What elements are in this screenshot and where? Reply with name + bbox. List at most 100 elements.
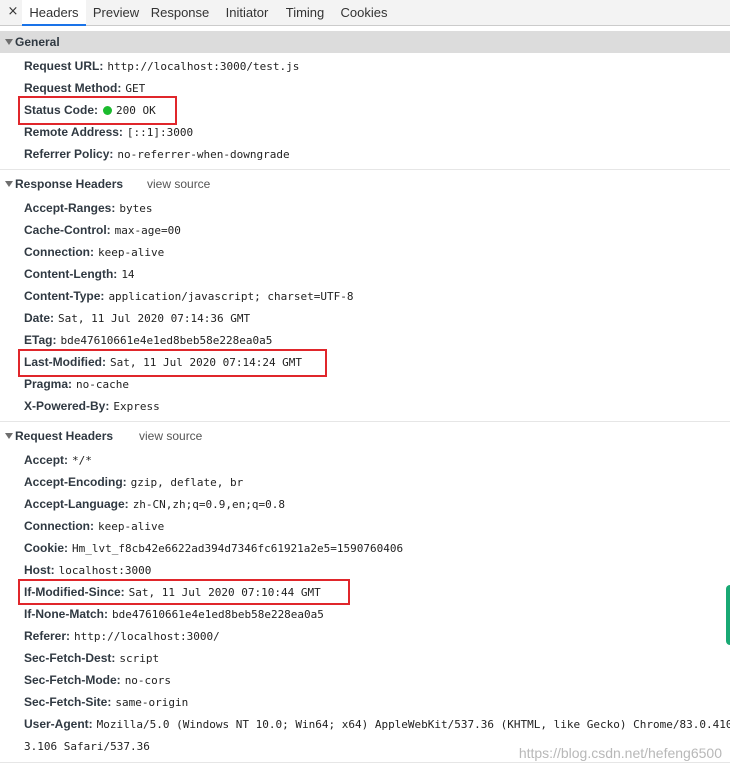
header-key: Accept-Encoding: <box>24 475 127 489</box>
header-value: no-referrer-when-downgrade <box>117 148 290 161</box>
header-key: Connection: <box>24 245 94 259</box>
if-modified-since-highlight <box>18 579 350 605</box>
header-key: Accept-Language: <box>24 497 129 511</box>
response-header-row: Cache-Control: max-age=00 <box>24 221 181 239</box>
header-value: http://localhost:3000/ <box>74 630 220 643</box>
general-section-title: General <box>15 35 60 49</box>
request-header-row: Sec-Fetch-Site: same-origin <box>24 693 188 711</box>
response-header-row: Connection: keep-alive <box>24 243 164 261</box>
request-header-row: Accept: */* <box>24 451 92 469</box>
header-value: Mozilla/5.0 (Windows NT 10.0; Win64; x64… <box>96 718 730 731</box>
request-header-row: Sec-Fetch-Mode: no-cors <box>24 671 171 689</box>
header-value: script <box>119 652 160 665</box>
status-code-highlight <box>18 96 177 125</box>
expand-triangle-icon[interactable] <box>5 433 13 439</box>
request-header-row: If-None-Match: bde47610661e4e1ed8beb58e22… <box>24 605 324 623</box>
request-header-row: Host: localhost:3000 <box>24 561 151 579</box>
header-value: */* <box>72 454 92 467</box>
section-divider <box>0 421 730 422</box>
response-header-row: Pragma: no-cache <box>24 375 129 393</box>
header-value: same-origin <box>115 696 189 709</box>
header-key: Date: <box>24 311 55 325</box>
header-value: keep-alive <box>98 520 165 533</box>
view-source-link[interactable]: view source <box>147 173 210 195</box>
general-row: Request URL: http://localhost:3000/test.j… <box>24 57 299 75</box>
tab-response[interactable]: Response <box>148 0 212 25</box>
header-value: GET <box>125 82 146 95</box>
request-header-row: Referer: http://localhost:3000/ <box>24 627 220 645</box>
header-key: Accept-Ranges: <box>24 201 116 215</box>
header-value: keep-alive <box>98 246 165 259</box>
view-source-link[interactable]: view source <box>139 425 202 447</box>
header-value: bde47610661e4e1ed8beb58e228ea0a5 <box>60 334 273 347</box>
header-value: http://localhost:3000/test.js <box>107 60 300 73</box>
header-value: bytes <box>119 202 153 215</box>
watermark: https://blog.csdn.net/hefeng6500 <box>518 745 722 761</box>
header-value: max-age=00 <box>114 224 181 237</box>
header-key: Connection: <box>24 519 94 533</box>
header-key: Sec-Fetch-Site: <box>24 695 112 709</box>
request-header-row: Accept-Language: zh-CN,zh;q=0.9,en;q=0.8 <box>24 495 285 513</box>
header-key: Cache-Control: <box>24 223 111 237</box>
response-header-row: Content-Type: application/javascript; cha… <box>24 287 353 305</box>
header-value: Sat, 11 Jul 2020 07:14:36 GMT <box>58 312 251 325</box>
tab-cookies[interactable]: Cookies <box>336 0 392 25</box>
header-key: ETag: <box>24 333 57 347</box>
request-header-row: Cookie: Hm_lvt_f8cb42e6622ad394d7346fc619… <box>24 539 403 557</box>
close-icon[interactable]: × <box>6 3 20 21</box>
header-key: Cookie: <box>24 541 69 555</box>
header-key: Request URL: <box>24 59 104 73</box>
response-headers-section-header[interactable]: Response Headers view source <box>0 173 730 195</box>
header-value: zh-CN,zh;q=0.9,en;q=0.8 <box>132 498 286 511</box>
request-headers-section-header[interactable]: Request Headers view source <box>0 425 730 447</box>
header-value: bde47610661e4e1ed8beb58e228ea0a5 <box>112 608 324 621</box>
header-key: Accept: <box>24 453 69 467</box>
header-key: User-Agent: <box>24 717 93 731</box>
request-headers-title: Request Headers <box>15 429 114 443</box>
devtools-network-headers-panel: × Headers Preview Response Initiator Tim… <box>0 0 730 773</box>
request-header-row-user-agent: User-Agent: Mozilla/5.0 (Windows NT 10.0;… <box>24 715 730 733</box>
header-key: Content-Type: <box>24 289 105 303</box>
general-section-header[interactable]: General <box>0 31 730 53</box>
request-header-row: Connection: keep-alive <box>24 517 164 535</box>
header-value: [::1]:3000 <box>126 126 194 139</box>
tab-bar: × Headers Preview Response Initiator Tim… <box>0 0 730 26</box>
tab-initiator[interactable]: Initiator <box>218 0 276 25</box>
header-key: Referer: <box>24 629 71 643</box>
header-key: Sec-Fetch-Dest: <box>24 651 116 665</box>
header-value: no-cors <box>124 674 172 687</box>
header-value: no-cache <box>76 378 130 391</box>
header-key: Sec-Fetch-Mode: <box>24 673 121 687</box>
header-key: Referrer Policy: <box>24 147 114 161</box>
general-row: Request Method: GET <box>24 79 145 97</box>
expand-triangle-icon[interactable] <box>5 181 13 187</box>
section-divider <box>0 169 730 170</box>
header-key: Request Method: <box>24 81 122 95</box>
request-header-row: Accept-Encoding: gzip, deflate, br <box>24 473 243 491</box>
response-header-row: Date: Sat, 11 Jul 2020 07:14:36 GMT <box>24 309 250 327</box>
response-header-row: Content-Length: 14 <box>24 265 135 283</box>
expand-triangle-icon[interactable] <box>5 39 13 45</box>
tab-timing[interactable]: Timing <box>280 0 330 25</box>
section-divider <box>0 762 730 763</box>
header-value: gzip, deflate, br <box>130 476 244 489</box>
response-header-row: X-Powered-By: Express <box>24 397 160 415</box>
header-key: If-None-Match: <box>24 607 108 621</box>
tab-preview[interactable]: Preview <box>88 0 144 25</box>
header-key: Content-Length: <box>24 267 118 281</box>
header-value: application/javascript; charset=UTF-8 <box>108 290 354 303</box>
tab-headers[interactable]: Headers <box>22 0 86 26</box>
header-value: Hm_lvt_f8cb42e6622ad394d7346fc61921a2e5=… <box>72 542 404 555</box>
header-value: 14 <box>121 268 135 281</box>
header-key: X-Powered-By: <box>24 399 110 413</box>
side-widget-tab[interactable] <box>726 585 730 645</box>
last-modified-highlight <box>18 349 327 377</box>
request-header-row-continued: 3.106 Safari/537.36 <box>24 737 150 755</box>
response-headers-title: Response Headers <box>15 177 124 191</box>
header-value: 3.106 Safari/537.36 <box>24 740 150 753</box>
header-value: Express <box>113 400 160 413</box>
general-row: Referrer Policy: no-referrer-when-downgra… <box>24 145 290 163</box>
header-key: Host: <box>24 563 55 577</box>
response-header-row: Accept-Ranges: bytes <box>24 199 152 217</box>
header-key: Pragma: <box>24 377 73 391</box>
